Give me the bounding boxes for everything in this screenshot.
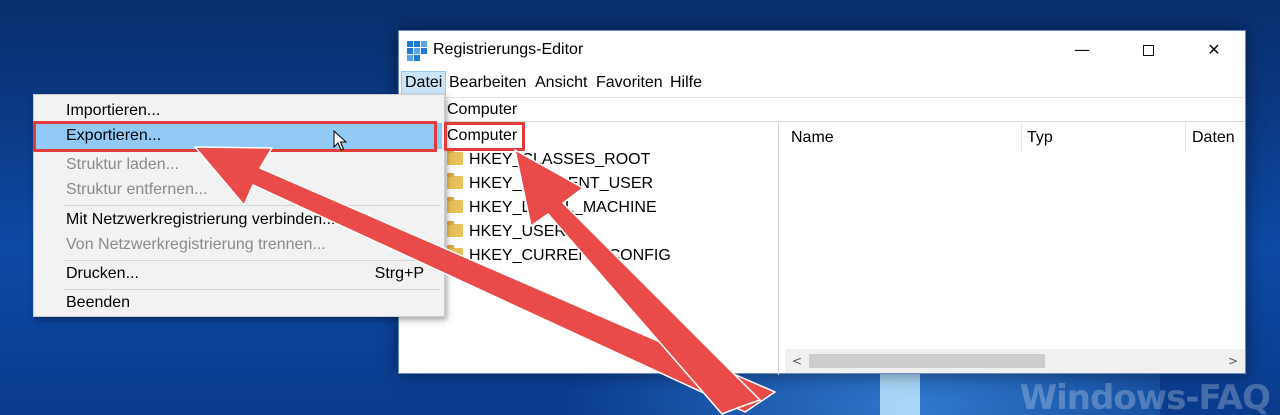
menu-hilfe[interactable]: Hilfe xyxy=(667,71,705,95)
watermark: Windows-FAQ xyxy=(1019,378,1271,415)
column-header-name[interactable]: Name xyxy=(791,129,834,147)
tree-node[interactable]: HKEY_CLASSES_ROOT xyxy=(447,149,650,171)
scroll-right-icon[interactable]: > xyxy=(1223,349,1243,373)
folder-icon xyxy=(447,221,463,237)
minimize-button[interactable]: — xyxy=(1059,31,1105,69)
menu-datei[interactable]: Datei xyxy=(401,71,447,95)
maximize-button[interactable] xyxy=(1125,31,1171,69)
annotation-box-exportieren xyxy=(33,121,437,152)
tree-node-label: HKEY_LOCAL_MACHINE xyxy=(469,199,657,216)
column-header-typ[interactable]: Typ xyxy=(1027,129,1053,147)
scroll-thumb[interactable] xyxy=(809,354,1045,368)
horizontal-scrollbar[interactable]: < > xyxy=(785,349,1245,373)
folder-icon xyxy=(447,245,463,261)
registry-editor-icon xyxy=(407,41,427,61)
values-pane: Name Typ Daten < > xyxy=(785,123,1245,375)
scroll-left-icon[interactable]: < xyxy=(787,349,807,373)
tree-node-label: HKEY_CURRENT_USER xyxy=(469,175,654,192)
menu-bar: Datei Bearbeiten Ansicht Favoriten Hilfe xyxy=(399,71,1245,95)
column-divider[interactable] xyxy=(1021,123,1022,153)
folder-icon xyxy=(447,149,463,165)
menu-ansicht[interactable]: Ansicht xyxy=(532,71,590,95)
shortcut-label: Strg+P xyxy=(374,265,424,282)
tree-node[interactable]: HKEY_CURRENT_CONFIG xyxy=(447,245,671,267)
mouse-cursor-icon xyxy=(333,130,347,151)
tree-node-label: HKEY_CURRENT_CONFIG xyxy=(469,247,671,264)
tree-pane: Computer HKEY_CLASSES_ROOT HKEY_CURRENT_… xyxy=(399,123,779,375)
menu-favoriten[interactable]: Favoriten xyxy=(593,71,666,95)
menu-item-struktur-entfernen: Struktur entfernen... xyxy=(66,181,208,198)
address-bar[interactable]: Computer xyxy=(399,97,1245,122)
registry-editor-window: Registrierungs-Editor — ✕ Datei Bearbeit… xyxy=(398,30,1246,375)
annotation-box-computer xyxy=(444,122,525,151)
menu-bearbeiten[interactable]: Bearbeiten xyxy=(446,71,529,95)
menu-item-drucken-label: Drucken... xyxy=(66,265,139,282)
address-path[interactable]: Computer xyxy=(447,101,517,119)
folder-icon xyxy=(447,173,463,189)
maximize-icon xyxy=(1142,45,1154,56)
menu-item-netzwerk-trennen: Von Netzwerkregistrierung trennen... xyxy=(66,236,326,253)
menu-item-drucken[interactable]: Drucken... Strg+P xyxy=(36,261,442,287)
tree-node[interactable]: HKEY_CURRENT_USER xyxy=(447,173,653,195)
tree-node[interactable]: HKEY_LOCAL_MACHINE xyxy=(447,197,657,219)
menu-item-netzwerk-verbinden[interactable]: Mit Netzwerkregistrierung verbinden... xyxy=(36,207,442,233)
minimize-icon: — xyxy=(1074,40,1090,59)
desktop-light-beam xyxy=(880,372,920,415)
column-header-daten[interactable]: Daten xyxy=(1192,129,1235,147)
menu-separator xyxy=(64,205,440,206)
menu-item-struktur-laden: Struktur laden... xyxy=(66,156,179,173)
close-button[interactable]: ✕ xyxy=(1191,31,1237,69)
close-icon: ✕ xyxy=(1207,40,1221,59)
folder-icon xyxy=(447,197,463,213)
tree-node[interactable]: HKEY_USERS xyxy=(447,221,577,243)
menu-item-beenden[interactable]: Beenden xyxy=(36,290,442,316)
tree-node-label: HKEY_USERS xyxy=(469,223,577,240)
title-bar[interactable]: Registrierungs-Editor — ✕ xyxy=(399,31,1245,69)
column-divider[interactable] xyxy=(1185,123,1186,153)
window-title: Registrierungs-Editor xyxy=(433,41,584,58)
tree-node-label: HKEY_CLASSES_ROOT xyxy=(469,151,651,168)
